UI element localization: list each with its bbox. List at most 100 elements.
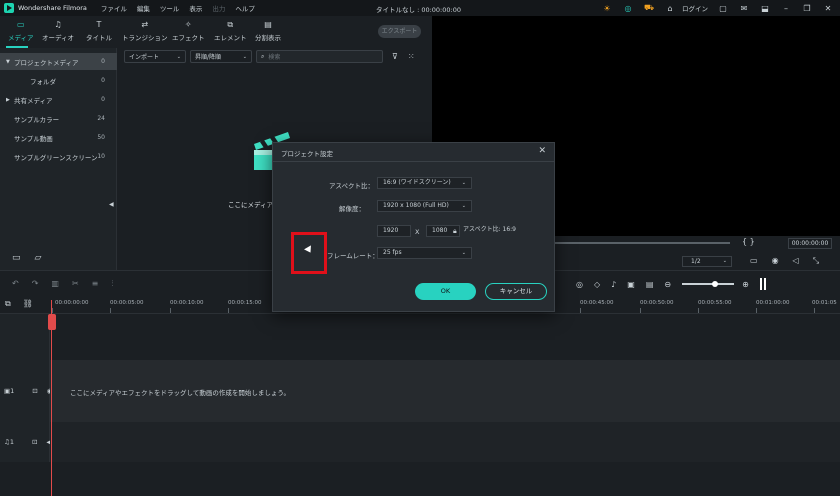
tick <box>170 308 171 313</box>
sidebar-item-sample-green-screen[interactable]: サンプルグリーンスクリーン 10 <box>0 148 117 165</box>
collapse-panel-icon[interactable]: ◀ <box>109 201 114 208</box>
lock-icon[interactable]: ⊡ <box>32 387 37 395</box>
save-icon[interactable]: ⬓ <box>759 2 771 14</box>
close-icon[interactable]: ✕ <box>538 146 546 156</box>
empty-track-area[interactable] <box>50 314 840 360</box>
tab-titles[interactable]: T タイトル <box>86 20 112 42</box>
tab-titles-label: タイトル <box>86 34 112 42</box>
fullscreen-icon[interactable]: ⤡ <box>813 256 819 266</box>
menu-export[interactable]: 出力 <box>212 3 225 13</box>
ok-button[interactable]: OK <box>415 283 476 300</box>
headset-icon[interactable]: ◎ <box>622 2 634 14</box>
playhead-handle[interactable] <box>48 314 56 330</box>
bottom-track-area[interactable] <box>50 462 840 496</box>
title-bar: Wondershare Filmora ファイル 編集 ツール 表示 出力 ヘル… <box>0 0 840 16</box>
sidebar-item-sample-colors[interactable]: サンプルカラー 24 <box>0 110 117 127</box>
tick <box>698 308 699 313</box>
media-search-input[interactable]: ⌕ 検索 <box>256 50 383 63</box>
snapshot-icon[interactable]: ◉ <box>772 256 779 266</box>
zoom-out-icon[interactable]: ⊖ <box>664 280 671 289</box>
grid-view-icon[interactable]: ⁙ <box>408 52 415 61</box>
media-filter-bar: インポート ⌄ 昇順/降順 ⌄ ⌕ 検索 <box>124 50 383 63</box>
lock-icon[interactable]: 🔒︎ <box>453 227 457 236</box>
menu-view[interactable]: 表示 <box>189 3 202 13</box>
search-icon: ⌕ <box>261 52 265 60</box>
tab-audio[interactable]: ♫ オーディオ <box>42 20 74 42</box>
sun-icon[interactable]: ☀ <box>601 2 613 14</box>
sidebar-item-label: サンプルグリーンスクリーン <box>14 153 98 162</box>
preview-zoom-select[interactable]: 1/2 ⌄ <box>682 256 732 267</box>
tab-transitions[interactable]: ⇄ トランジション <box>122 20 168 42</box>
tab-split-screen[interactable]: ▤ 分割表示 <box>255 20 281 42</box>
volume-icon[interactable]: ◁ <box>793 256 799 266</box>
menu-edit[interactable]: 編集 <box>137 3 150 13</box>
link-icon[interactable]: ⛓ <box>23 299 33 309</box>
zoom-in-icon[interactable]: ⊕ <box>742 280 749 289</box>
cut-icon[interactable]: ✂ <box>72 279 79 289</box>
tick-label: 00:00:45:00 <box>580 300 614 306</box>
tick-label: 00:00:00:00 <box>55 300 89 306</box>
menu-file[interactable]: ファイル <box>101 3 127 13</box>
ruler-icons: ⧉ ⛓ <box>5 299 45 309</box>
delete-icon[interactable]: ▥ <box>51 279 59 289</box>
subtitle-icon[interactable]: ▤ <box>646 280 654 289</box>
frame-rate-select[interactable]: 25 fps ⌄ <box>377 247 472 259</box>
pause-icon[interactable] <box>759 278 766 290</box>
transition-icon: ⇄ <box>141 20 149 29</box>
new-folder-icon[interactable]: ▭ <box>12 253 21 263</box>
microphone-icon[interactable]: ♪ <box>611 280 616 289</box>
timeline-zoom-slider[interactable] <box>682 281 735 287</box>
cancel-button[interactable]: キャンセル <box>485 283 547 300</box>
cart-icon[interactable]: ⛟ <box>643 2 655 14</box>
undo-icon[interactable]: ↶ <box>12 279 19 289</box>
document-icon[interactable]: ▢ <box>717 2 729 14</box>
tab-transitions-label: トランジション <box>122 34 168 42</box>
tab-effects[interactable]: ✧ エフェクト <box>172 20 205 42</box>
add-track-icon[interactable]: ⧉ <box>5 299 11 309</box>
sidebar-item-folder[interactable]: フォルダ 0 <box>0 72 117 89</box>
close-icon[interactable]: ✕ <box>822 2 834 14</box>
marker-icon[interactable]: ◇ <box>594 280 600 289</box>
elements-icon: ⧉ <box>227 20 234 29</box>
tab-media[interactable]: ▭ メディア <box>8 20 34 42</box>
maximize-icon[interactable]: ❐ <box>801 2 813 14</box>
preview-scrubber[interactable] <box>554 242 730 244</box>
minimize-icon[interactable]: – <box>780 2 792 14</box>
tick-label: 00:00:15:00 <box>228 300 262 306</box>
open-folder-icon[interactable]: ▱ <box>35 253 42 263</box>
menu-tools[interactable]: ツール <box>160 3 180 13</box>
filter-icon[interactable]: ⊽ <box>392 52 398 61</box>
audio-track-icon: ♫1 <box>4 438 14 446</box>
login-button[interactable]: ログイン <box>682 3 708 13</box>
resolution-select[interactable]: 1920 x 1080 (Full HD) ⌄ <box>377 200 472 212</box>
export-button[interactable]: エクスポート <box>378 25 421 38</box>
folder-icon: ▭ <box>16 20 25 29</box>
tab-media-label: メディア <box>8 34 34 42</box>
adjust-icon[interactable]: ≡ <box>92 279 99 289</box>
redo-icon[interactable]: ↷ <box>32 279 39 289</box>
chevron-down-icon: ⌄ <box>242 53 247 60</box>
lock-icon[interactable]: ⊡ <box>32 438 37 446</box>
gift-icon[interactable]: ⌂ <box>664 2 676 14</box>
mark-in-out-icon[interactable]: { } <box>742 237 755 246</box>
audio-wave-icon[interactable]: ⫶ <box>111 279 113 289</box>
width-input[interactable]: 1920 <box>377 225 411 237</box>
import-dropdown[interactable]: インポート ⌄ <box>124 50 186 63</box>
voiceover-icon[interactable]: ▣ <box>627 280 635 289</box>
zoom-slider-knob[interactable] <box>712 281 719 287</box>
audio-track-area[interactable] <box>50 422 840 462</box>
music-note-icon: ♫ <box>54 20 62 29</box>
tick-label: 00:00:10:00 <box>170 300 204 306</box>
resolution-label: 解像度： <box>339 205 365 213</box>
menu-help[interactable]: ヘルプ <box>235 3 255 13</box>
sidebar-item-project-media[interactable]: ▼ プロジェクトメディア 0 <box>0 53 117 70</box>
mail-icon[interactable]: ✉ <box>738 2 750 14</box>
tab-elements[interactable]: ⧉ エレメント <box>214 20 247 42</box>
render-icon[interactable]: ◎ <box>576 280 583 289</box>
sort-dropdown[interactable]: 昇順/降順 ⌄ <box>190 50 252 63</box>
display-icon[interactable]: ▭ <box>750 256 758 266</box>
sidebar-item-sample-videos[interactable]: サンプル動画 50 <box>0 129 117 146</box>
aspect-ratio-select[interactable]: 16:9 (ワイドスクリーン) ⌄ <box>377 177 472 189</box>
sidebar-item-shared-media[interactable]: ▶ 共有メディア 0 <box>0 91 117 108</box>
tick <box>228 308 229 313</box>
